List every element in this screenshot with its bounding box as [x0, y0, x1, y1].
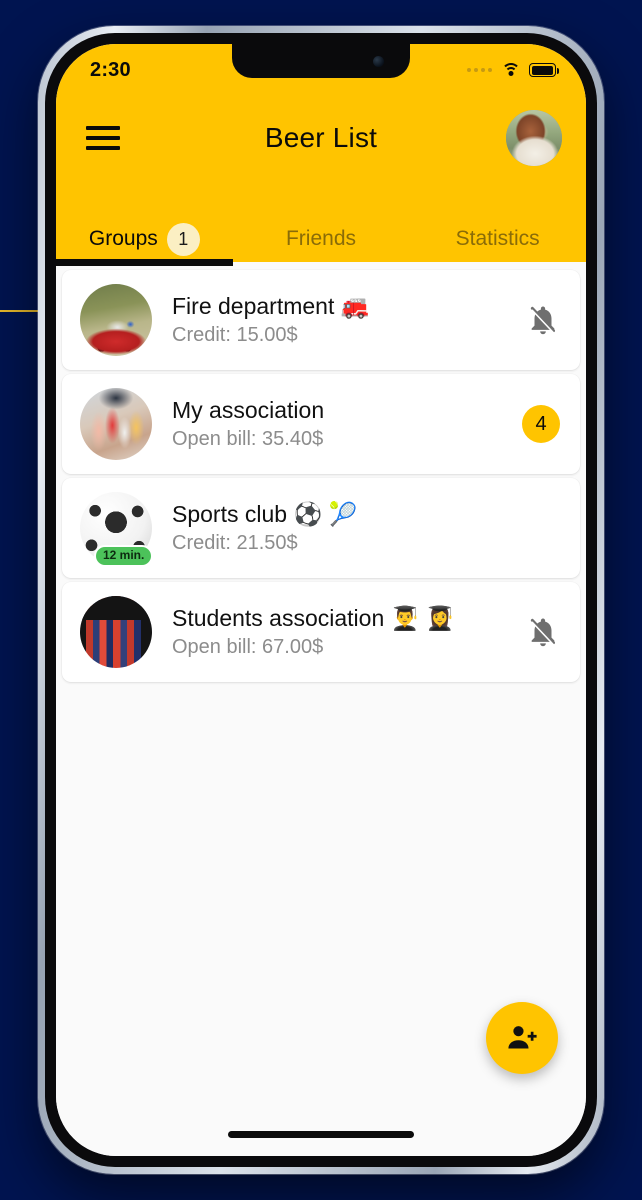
list-item-text: Sports club ⚽ 🎾 Credit: 21.50$: [172, 500, 516, 557]
app-toolbar: Beer List: [56, 90, 586, 186]
fire-truck-photo: [80, 284, 152, 356]
status-bar: 2:30: [56, 44, 586, 90]
status-bar-clock: 2:30: [90, 58, 131, 81]
group-balance: Open bill: 35.40$: [172, 428, 324, 451]
group-thumbnail: [80, 596, 152, 668]
group-balance: Open bill: 67.00$: [172, 636, 324, 659]
avatar-image: [506, 110, 562, 166]
unread-count-badge[interactable]: 4: [522, 405, 560, 443]
list-item-text: Students association 👨‍🎓 👩‍🎓 Open bill: …: [172, 604, 516, 661]
list-item-trailing: 4: [516, 405, 560, 443]
add-group-button[interactable]: [486, 1002, 558, 1074]
tab-groups-badge: 1: [166, 222, 200, 256]
wifi-icon: [501, 63, 520, 77]
tab-friends[interactable]: Friends: [233, 216, 410, 262]
tab-groups-label: Groups: [88, 227, 158, 250]
list-item[interactable]: My association Open bill: 35.40$ 4: [62, 374, 580, 474]
group-name: Students association 👨‍🎓 👩‍🎓: [172, 604, 455, 631]
signal-dots-icon: [467, 68, 492, 72]
tab-active-indicator: [56, 259, 233, 266]
group-name: Fire department 🚒: [172, 292, 370, 319]
user-avatar[interactable]: [506, 110, 562, 166]
group-name: Sports club ⚽ 🎾: [172, 500, 358, 527]
list-item[interactable]: Fire department 🚒 Credit: 15.00$: [62, 270, 580, 370]
home-indicator: [228, 1131, 414, 1138]
cheers-drinks-photo: [80, 388, 152, 460]
group-balance: Credit: 21.50$: [172, 532, 298, 555]
tab-statistics[interactable]: Statistics: [409, 216, 586, 262]
phone-screen: 2:30 Beer List Groups 1 Friends Statisti…: [56, 44, 586, 1156]
list-item-text: My association Open bill: 35.40$: [172, 396, 516, 453]
bell-off-icon[interactable]: [526, 303, 560, 337]
tab-statistics-label: Statistics: [455, 227, 540, 250]
list-item[interactable]: Students association 👨‍🎓 👩‍🎓 Open bill: …: [62, 582, 580, 682]
phone-mockup: 2:30 Beer List Groups 1 Friends Statisti…: [38, 26, 604, 1174]
tab-bar: Groups 1 Friends Statistics: [56, 216, 586, 266]
bell-off-icon[interactable]: [526, 615, 560, 649]
group-balance: Credit: 15.00$: [172, 324, 298, 347]
list-item-trailing: [516, 303, 560, 337]
phone-bezel: 2:30 Beer List Groups 1 Friends Statisti…: [45, 33, 597, 1167]
group-thumbnail: 12 min.: [80, 492, 154, 567]
list-item[interactable]: 12 min. Sports club ⚽ 🎾 Credit: 21.50$: [62, 478, 580, 578]
group-thumbnail: [80, 388, 152, 460]
status-bar-indicators: [467, 63, 559, 77]
list-item-trailing: [516, 615, 560, 649]
battery-full-icon: [529, 63, 559, 77]
group-name: My association: [172, 396, 325, 423]
person-add-icon: [508, 1026, 537, 1049]
group-thumbnail: [80, 284, 152, 356]
list-item-text: Fire department 🚒 Credit: 15.00$: [172, 292, 516, 349]
books-photo: [80, 596, 152, 668]
hamburger-menu-icon[interactable]: [86, 126, 120, 150]
time-remaining-chip: 12 min.: [94, 545, 154, 567]
tab-friends-label: Friends: [285, 227, 357, 250]
tab-groups[interactable]: Groups 1: [56, 216, 233, 266]
